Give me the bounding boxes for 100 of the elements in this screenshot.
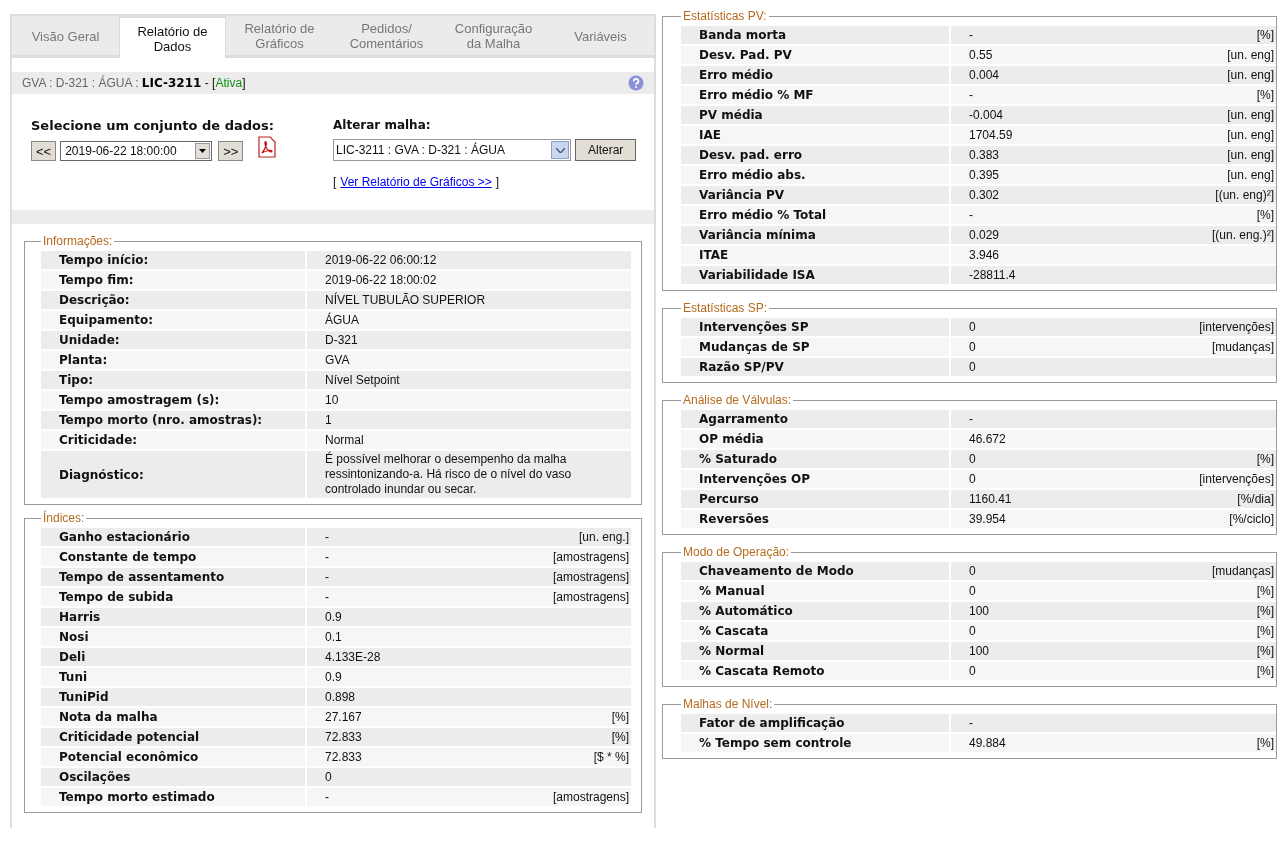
row-label: Descrição: <box>41 291 305 309</box>
section-title: Malhas de Nível: <box>682 696 774 713</box>
row-label: Variabilidade ISA <box>681 266 949 284</box>
row-label: Intervenções OP <box>681 470 949 488</box>
unit-label: [amostragens] <box>551 549 629 565</box>
row-value: 4.133E-28 <box>325 649 381 665</box>
row-value: 0 <box>969 563 976 579</box>
row-value: 2019-06-22 18:00:02 <box>325 272 437 288</box>
unit-label: [%] <box>610 709 629 725</box>
row-value: D-321 <box>325 332 358 348</box>
row-value: - <box>325 549 329 565</box>
row-label: % Manual <box>681 582 949 600</box>
row-value: 0.302 <box>969 187 1000 203</box>
row-value: 27.167 <box>325 709 362 725</box>
row-label: Agarramento <box>681 410 949 428</box>
row-value: 1704.59 <box>969 127 1013 143</box>
unit-label: [%/dia] <box>1236 491 1274 507</box>
row-value: 1160.41 <box>969 491 1012 507</box>
alterar-button[interactable]: Alterar <box>575 139 637 161</box>
row-value: 0.383 <box>969 147 1000 163</box>
row-value: - <box>969 411 973 427</box>
row-value: 0.9 <box>325 609 342 625</box>
row-label: PV média <box>681 106 949 124</box>
unit-label: [(un. eng.)²] <box>1210 227 1274 243</box>
row-value: 46.672 <box>969 431 1006 447</box>
next-button[interactable]: >> <box>218 140 244 161</box>
unit-label: [un. eng] <box>1226 167 1274 183</box>
section-title: Modo de Operação: <box>682 544 791 561</box>
loop-tag: LIC-3211 <box>141 76 202 90</box>
row-label: Erro médio <box>681 66 949 84</box>
row-value: 100 <box>969 603 990 619</box>
row-value: - <box>969 715 973 731</box>
row-label: Desv. pad. erro <box>681 146 949 164</box>
row-value: 0 <box>969 663 976 679</box>
row-label: Deli <box>41 648 305 666</box>
row-value: 0 <box>969 451 976 467</box>
row-value: NÍVEL TUBULÃO SUPERIOR <box>325 292 486 308</box>
row-value: 10 <box>325 392 339 408</box>
unit-label: [un. eng] <box>1226 127 1274 143</box>
row-value: 0.1 <box>325 629 342 645</box>
row-value: 0 <box>969 339 976 355</box>
breadcrumb-path: GVA : D-321 : ÁGUA : <box>22 76 139 90</box>
previous-button[interactable]: << <box>31 140 57 161</box>
row-label: Constante de tempo <box>41 548 305 566</box>
row-label: Oscilações <box>41 768 305 786</box>
row-label: Reversões <box>681 510 949 528</box>
row-label: Unidade: <box>41 331 305 349</box>
unit-label: [%] <box>1255 87 1274 103</box>
row-value: -28811.4 <box>969 267 1016 283</box>
row-label: Tempo morto (nro. amostras): <box>41 411 305 429</box>
row-label: Intervenções SP <box>681 318 949 336</box>
bracket-text: [ <box>333 174 337 191</box>
row-label: Desv. Pad. PV <box>681 46 949 64</box>
row-value: 72.833 <box>325 729 362 745</box>
row-label: Erro médio abs. <box>681 166 949 184</box>
row-value: 0.004 <box>969 67 1000 83</box>
help-icon[interactable] <box>628 75 644 91</box>
row-value: 0 <box>969 319 976 335</box>
row-label: TuniPid <box>41 688 305 706</box>
row-value: 0.55 <box>969 47 993 63</box>
row-value: 0.395 <box>969 167 1000 183</box>
row-label: % Normal <box>681 642 949 660</box>
row-label: Nota da malha <box>41 708 305 726</box>
unit-label: [un. eng] <box>1226 147 1274 163</box>
section-title: Estatísticas PV: <box>682 8 768 25</box>
row-label: Percurso <box>681 490 949 508</box>
row-label: Variância PV <box>681 186 949 204</box>
row-value: 0 <box>969 623 976 639</box>
unit-label: [%] <box>1255 27 1274 43</box>
tab[interactable]: Relatório de Dados <box>119 16 226 58</box>
unit-label: [%] <box>1255 643 1274 659</box>
row-label: Harris <box>41 608 305 626</box>
row-value: É possível melhorar o desempenho da malha ressintonizando-a. Há risco de o nível do vaso controlado inundar ou secar. <box>325 452 573 497</box>
row-label: Ganho estacionário <box>41 528 305 546</box>
row-label: Tempo início: <box>41 251 305 269</box>
section-title: Informações: <box>42 233 114 250</box>
row-label: Tuni <box>41 668 305 686</box>
unit-label: [%] <box>610 729 629 745</box>
unit-label: [%] <box>1255 623 1274 639</box>
row-label: Banda morta <box>681 26 949 44</box>
loop-select[interactable]: LIC-3211 : GVA : D-321 : ÁGUA <box>333 139 571 161</box>
row-label: % Automático <box>681 602 949 620</box>
row-label: Razão SP/PV <box>681 358 949 376</box>
unit-label: [%/ciclo] <box>1228 511 1274 527</box>
row-value: GVA <box>325 352 350 368</box>
row-label: % Cascata <box>681 622 949 640</box>
graphs-report-link[interactable]: Ver Relatório de Gráficos >> <box>340 173 492 191</box>
date-select[interactable]: 2019-06-22 18:00:00 <box>60 140 213 161</box>
row-value: - <box>325 569 329 585</box>
row-value: 0 <box>969 359 976 375</box>
row-label: % Cascata Remoto <box>681 662 949 680</box>
row-value: - <box>325 789 329 805</box>
unit-label: [%] <box>1255 735 1274 751</box>
row-value: 1 <box>325 412 332 428</box>
row-label: Tempo morto estimado <box>41 788 305 806</box>
row-label: Planta: <box>41 351 305 369</box>
pdf-icon[interactable] <box>257 135 278 158</box>
unit-label: [intervenções] <box>1198 319 1274 335</box>
row-label: Tempo amostragem (s): <box>41 391 305 409</box>
row-label: Erro médio % MF <box>681 86 949 104</box>
